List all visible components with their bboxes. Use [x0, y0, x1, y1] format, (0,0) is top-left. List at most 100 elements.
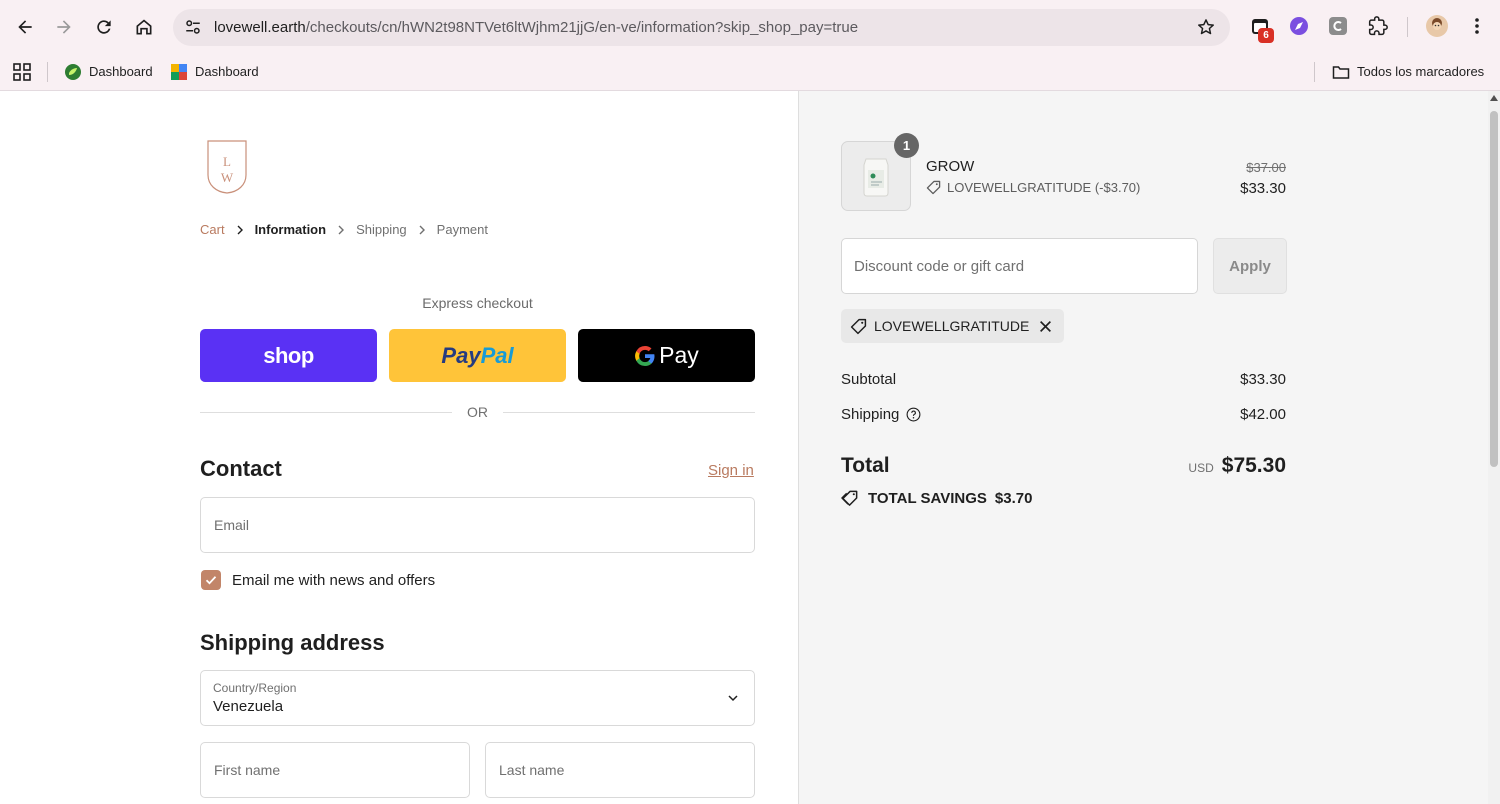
or-text: OR	[467, 404, 488, 420]
browser-menu-button[interactable]	[1466, 15, 1488, 37]
compass-extension-icon	[1290, 17, 1308, 35]
dashboard-colorful-icon	[170, 63, 188, 81]
quantity-badge: 1	[894, 133, 919, 158]
page-scrollbar[interactable]	[1488, 91, 1500, 804]
total-savings: TOTAL SAVINGS $3.70	[841, 490, 1032, 507]
home-icon	[136, 19, 152, 35]
total-value: $75.30	[1221, 454, 1286, 477]
notification-badge: 6	[1258, 28, 1274, 43]
url-text[interactable]: lovewell.earth/checkouts/cn/hWN2t98NTVet…	[214, 19, 858, 36]
applied-discount-chip: LOVEWELLGRATITUDE	[841, 309, 1065, 343]
applied-code: LOVEWELLGRATITUDE	[874, 318, 1030, 334]
address-bar[interactable]: lovewell.earth/checkouts/cn/hWN2t98NTVet…	[173, 9, 1230, 46]
reload-icon	[97, 20, 111, 34]
product-name: GROW	[926, 158, 975, 175]
chevron-right-icon	[225, 225, 255, 235]
all-bookmarks-label: Todos los marcadores	[1357, 64, 1485, 79]
tag-icon	[926, 180, 941, 195]
express-checkout-title: Express checkout	[422, 295, 533, 311]
discount-placeholder: Discount code or gift card	[854, 258, 1025, 275]
profile-avatar[interactable]	[1425, 14, 1449, 38]
url-path: /checkouts/cn/hWN2t98NTVet6ltWjhm21jjG/e…	[305, 19, 859, 36]
dashboard-green-icon	[64, 63, 82, 81]
email-field[interactable]: Email	[200, 497, 755, 553]
back-button[interactable]	[9, 11, 41, 43]
or-divider-left	[200, 412, 452, 413]
forward-button[interactable]	[48, 11, 80, 43]
email-placeholder: Email	[214, 517, 250, 533]
breadcrumb-information: Information	[254, 222, 327, 237]
paypal-button[interactable]: Pay Pal	[389, 329, 566, 382]
arrow-left-icon	[18, 20, 32, 34]
scroll-up-arrow[interactable]	[1490, 95, 1498, 101]
savings-tags-icon	[841, 490, 858, 506]
news-offers-label: Email me with news and offers	[232, 572, 436, 589]
bookmarks-bar: Dashboard Dashboard Todos los marcadores	[0, 54, 1500, 91]
breadcrumb: Cart Information Shipping Payment	[200, 222, 488, 237]
paypal-label-a: Pay	[441, 342, 481, 368]
bookmark-label: Dashboard	[89, 64, 153, 79]
checkmark-icon	[205, 576, 217, 585]
bookmark-dashboard-2[interactable]: Dashboard	[170, 58, 259, 85]
close-icon[interactable]	[1039, 320, 1052, 333]
country-label: Country/Region	[213, 681, 297, 695]
more-vertical-icon	[1475, 18, 1479, 34]
avatar-icon	[1426, 15, 1448, 37]
first-name-field[interactable]: First name	[200, 742, 470, 798]
folder-icon	[1332, 63, 1350, 81]
last-name-placeholder: Last name	[499, 762, 565, 778]
site-settings-icon[interactable]	[184, 18, 202, 36]
checkout-main: L W Cart Information Shipping Payment Ex…	[0, 91, 798, 804]
original-price: $37.00	[1246, 160, 1286, 175]
google-pay-button[interactable]: Pay	[578, 329, 755, 382]
chevron-right-icon	[326, 225, 356, 235]
product-discount-label: LOVEWELLGRATITUDE (-$3.70)	[947, 180, 1141, 195]
last-name-field[interactable]: Last name	[485, 742, 755, 798]
total-label: Total	[841, 454, 890, 477]
savings-value: $3.70	[994, 490, 1033, 507]
currency-code: USD	[1188, 461, 1214, 475]
shop-pay-button[interactable]: shop	[200, 329, 377, 382]
subtotal-label: Subtotal	[841, 371, 897, 388]
help-circle-icon[interactable]	[906, 407, 921, 422]
extension-purple-button[interactable]	[1288, 15, 1310, 37]
shipping-label: Shipping	[841, 406, 900, 423]
discount-code-input[interactable]: Discount code or gift card	[841, 238, 1198, 294]
chevron-right-icon	[407, 225, 437, 235]
home-button[interactable]	[128, 11, 160, 43]
bookmarks-divider	[47, 62, 48, 82]
puzzle-icon	[1368, 16, 1388, 36]
bookmark-dashboard-1[interactable]: Dashboard	[64, 58, 153, 85]
reload-button[interactable]	[88, 11, 120, 43]
bookmarks-divider-right	[1314, 62, 1315, 82]
scrollbar-thumb[interactable]	[1490, 111, 1498, 467]
apps-grid-icon	[13, 62, 31, 81]
subtotal-value: $33.30	[1240, 371, 1286, 388]
shipping-address-heading: Shipping address	[200, 630, 385, 655]
breadcrumb-cart[interactable]: Cart	[200, 222, 225, 237]
shop-pay-label: shop	[263, 342, 314, 368]
shipping-row-label: Shipping	[841, 406, 921, 423]
or-divider-right	[503, 412, 755, 413]
tag-icon	[850, 318, 867, 334]
breadcrumb-shipping: Shipping	[356, 222, 407, 237]
first-name-placeholder: First name	[214, 762, 281, 778]
apply-button[interactable]: Apply	[1213, 238, 1287, 294]
extension-grey-button[interactable]	[1327, 15, 1349, 37]
all-bookmarks-button[interactable]: Todos los marcadores	[1332, 58, 1484, 85]
product-discount: LOVEWELLGRATITUDE (-$3.70)	[926, 180, 1140, 195]
country-select[interactable]: Country/Region Venezuela	[200, 670, 755, 726]
lovewell-logo[interactable]: L W	[206, 139, 248, 195]
extensions-button[interactable]	[1367, 15, 1389, 37]
browser-toolbar: lovewell.earth/checkouts/cn/hWN2t98NTVet…	[0, 0, 1500, 54]
news-offers-checkbox[interactable]	[201, 570, 221, 590]
bookmark-label: Dashboard	[195, 64, 259, 79]
breadcrumb-payment: Payment	[436, 222, 488, 237]
bookmark-star-icon[interactable]	[1196, 17, 1216, 37]
apps-button[interactable]	[13, 58, 31, 85]
sign-in-link[interactable]: Sign in	[708, 462, 754, 479]
url-host: lovewell.earth	[214, 19, 306, 36]
svg-text:L: L	[223, 154, 231, 169]
contact-heading: Contact	[200, 456, 282, 481]
svg-text:W: W	[221, 170, 234, 185]
